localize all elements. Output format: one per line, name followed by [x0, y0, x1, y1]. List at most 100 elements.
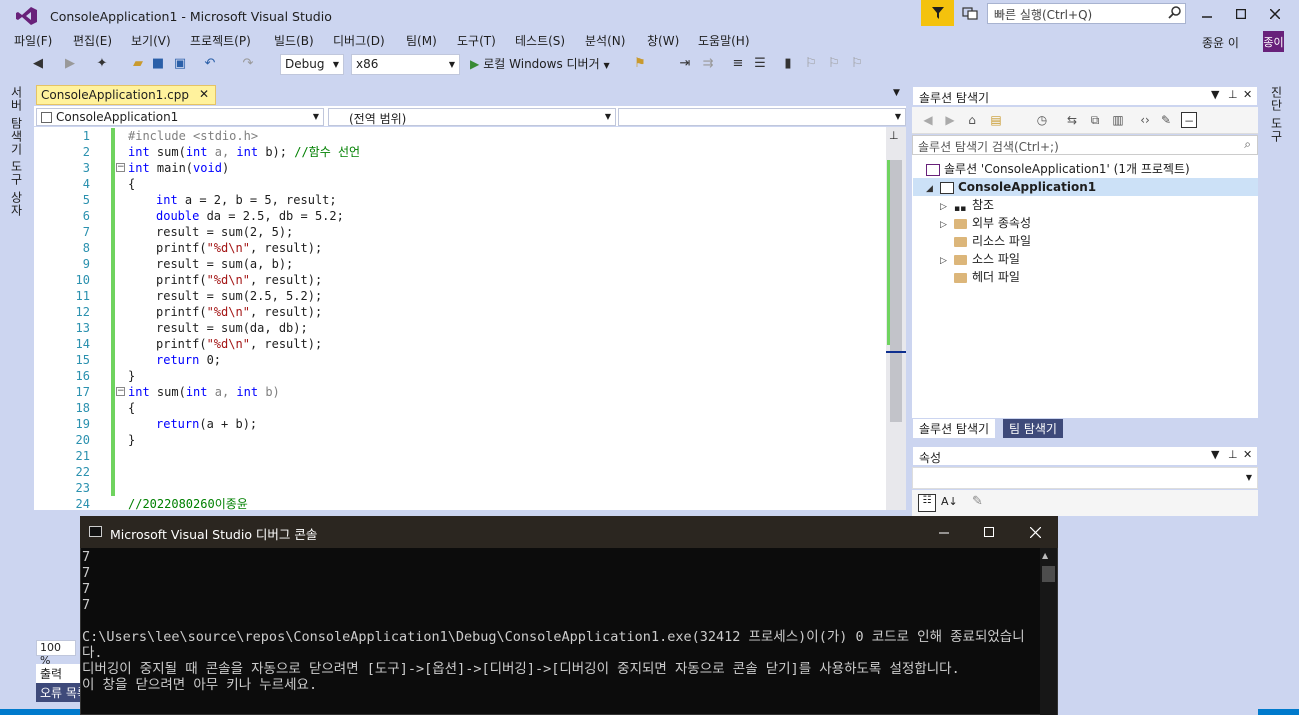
line-number: 10 — [75, 273, 90, 287]
pending-changes-icon[interactable]: ◷ — [1034, 112, 1050, 128]
minimize-button[interactable] — [1190, 0, 1224, 28]
save-icon[interactable]: ■ — [150, 56, 166, 72]
properties-object-select[interactable]: ▼ — [912, 467, 1258, 489]
toolbox-tab[interactable]: 도구 상자 — [8, 160, 25, 217]
pin-icon[interactable]: ⊥ — [1228, 448, 1238, 461]
tree-header-files[interactable]: 헤더 파일 — [954, 268, 1020, 286]
zoom-level-select[interactable]: 100 % — [36, 640, 76, 667]
menu-file[interactable]: 파일(F) — [14, 32, 52, 49]
user-name[interactable]: 종윤 이 — [1202, 34, 1239, 51]
folder-icon — [954, 218, 967, 229]
tree-references[interactable]: ▷ ▪▪ 참조 — [940, 196, 994, 214]
solution-config-select[interactable]: Debug ▼ — [280, 54, 344, 75]
clear-bookmarks-icon[interactable]: ⚐ — [849, 56, 865, 72]
open-folder-icon[interactable]: ▰ — [130, 56, 146, 72]
collapse-icon[interactable]: − — [116, 163, 125, 172]
pin-icon[interactable]: ⊥ — [1228, 88, 1238, 101]
undo-icon[interactable]: ↶ — [202, 56, 218, 72]
console-scrollbar-thumb[interactable] — [1042, 566, 1055, 582]
property-pages-icon[interactable]: ✎ — [972, 494, 983, 509]
close-icon[interactable]: ✕ — [199, 87, 209, 101]
tree-external-dependencies[interactable]: ▷ 외부 종속성 — [940, 214, 1031, 232]
menu-team[interactable]: 팀(M) — [406, 32, 437, 49]
prev-bookmark-icon[interactable]: ⚐ — [803, 56, 819, 72]
preview-icon[interactable]: − — [1181, 112, 1197, 128]
tree-resource-files[interactable]: 리소스 파일 — [954, 232, 1031, 250]
tab-output[interactable]: 출력 — [36, 664, 80, 683]
uncomment-icon[interactable]: ☰ — [752, 56, 768, 72]
menu-edit[interactable]: 편집(E) — [73, 32, 112, 49]
next-bookmark-icon[interactable]: ⚐ — [826, 56, 842, 72]
new-project-icon[interactable]: ✦ — [94, 56, 110, 72]
tab-team-explorer[interactable]: 팀 탐색기 — [1003, 419, 1063, 438]
tab-console-application-cpp[interactable]: ConsoleApplication1.cpp ✕ — [36, 85, 216, 105]
console-close-button[interactable] — [1015, 520, 1055, 544]
quick-launch-input[interactable]: 빠른 실행(Ctrl+Q) — [987, 3, 1186, 24]
save-all-icon[interactable]: ▣ — [172, 56, 188, 72]
menu-tools[interactable]: 도구(T) — [457, 32, 496, 49]
tree-project[interactable]: ◢ ConsoleApplication1 — [913, 178, 1258, 196]
code-token: double — [156, 209, 200, 223]
scrollbar-thumb[interactable] — [890, 160, 902, 422]
properties-icon[interactable]: ✎ — [1158, 112, 1174, 128]
window-position-icon[interactable]: ▼ — [1211, 88, 1219, 101]
solution-search-input[interactable]: 솔루션 탐색기 검색(Ctrl+;) ⌕ — [912, 135, 1258, 155]
code-token: , result); — [249, 305, 323, 319]
code-line: } — [128, 369, 136, 383]
alphabetical-icon[interactable]: A↓ — [941, 495, 958, 508]
tab-solution-explorer[interactable]: 솔루션 탐색기 — [913, 419, 996, 438]
console-maximize-button[interactable] — [969, 520, 1009, 544]
home-icon[interactable]: ⌂ — [964, 112, 980, 128]
menu-project[interactable]: 프로젝트(P) — [190, 32, 251, 49]
console-minimize-button[interactable] — [924, 520, 964, 544]
forward-icon[interactable]: ▶ — [942, 112, 958, 128]
menu-view[interactable]: 보기(V) — [131, 32, 171, 49]
menu-help[interactable]: 도움말(H) — [698, 32, 750, 49]
global-scope-select[interactable]: (전역 범위) ▼ — [328, 108, 616, 126]
bookmark-icon[interactable]: ▮ — [780, 56, 796, 72]
close-icon[interactable]: ✕ — [1243, 88, 1252, 101]
panel-title: 솔루션 탐색기 — [919, 91, 990, 105]
tree-source-files[interactable]: ▷ 소스 파일 — [940, 250, 1020, 268]
collapse-all-icon[interactable]: ⧉ — [1087, 112, 1103, 128]
split-icon[interactable]: ⊥ — [889, 129, 899, 142]
menu-test[interactable]: 테스트(S) — [515, 32, 565, 49]
scroll-up-icon[interactable]: ▲ — [1042, 551, 1048, 560]
maximize-button[interactable] — [1224, 0, 1258, 28]
window-position-icon[interactable]: ▼ — [1211, 448, 1219, 461]
view-code-icon[interactable]: ‹› — [1137, 112, 1153, 128]
switch-views-icon[interactable]: ▤ — [988, 112, 1004, 128]
comment-icon[interactable]: ≡ — [730, 56, 746, 72]
close-button[interactable] — [1258, 0, 1292, 28]
menu-build[interactable]: 빌드(B) — [274, 32, 314, 49]
find-icon[interactable]: ⚑ — [632, 56, 648, 72]
diagnostic-tools-tab[interactable]: 진단 도구 — [1268, 86, 1285, 143]
redo-icon[interactable]: ↷ — [240, 56, 256, 72]
tab-error-list[interactable]: 오류 목록 — [36, 683, 80, 702]
server-explorer-tab[interactable]: 서버 탐색기 — [8, 86, 25, 156]
show-all-files-icon[interactable]: ▥ — [1110, 112, 1126, 128]
chevron-down-icon[interactable]: ▼ — [893, 88, 900, 98]
forward-icon[interactable]: ▶ — [62, 56, 78, 72]
platform-select[interactable]: x86 ▼ — [351, 54, 460, 75]
code-line: printf("%d\n", result); — [156, 336, 322, 352]
start-debugging-button[interactable]: ▶ 로컬 Windows 디버거 ▼ — [470, 55, 610, 72]
categorized-icon[interactable]: ☷ — [918, 494, 936, 512]
close-icon[interactable]: ✕ — [1243, 448, 1252, 461]
line-number: 23 — [75, 481, 90, 495]
step-icon[interactable]: ⇥ — [677, 56, 693, 72]
member-select[interactable]: ▼ — [618, 108, 906, 126]
project-scope-select[interactable]: ConsoleApplication1 ▼ — [36, 108, 324, 126]
sync-icon[interactable]: ⇆ — [1064, 112, 1080, 128]
menu-debug[interactable]: 디버그(D) — [333, 32, 385, 49]
user-avatar[interactable]: 종이 — [1263, 31, 1284, 52]
menu-analyze[interactable]: 분석(N) — [585, 32, 625, 49]
collapse-icon[interactable]: − — [116, 387, 125, 396]
back-icon[interactable]: ◀ — [30, 56, 46, 72]
notifications-button[interactable] — [921, 0, 954, 26]
feedback-icon[interactable] — [962, 5, 978, 21]
back-icon[interactable]: ◀ — [920, 112, 936, 128]
menu-window[interactable]: 창(W) — [647, 32, 679, 49]
step-over-icon[interactable]: ⇉ — [700, 56, 716, 72]
tree-solution[interactable]: 솔루션 'ConsoleApplication1' (1개 프로젝트) — [926, 160, 1190, 178]
